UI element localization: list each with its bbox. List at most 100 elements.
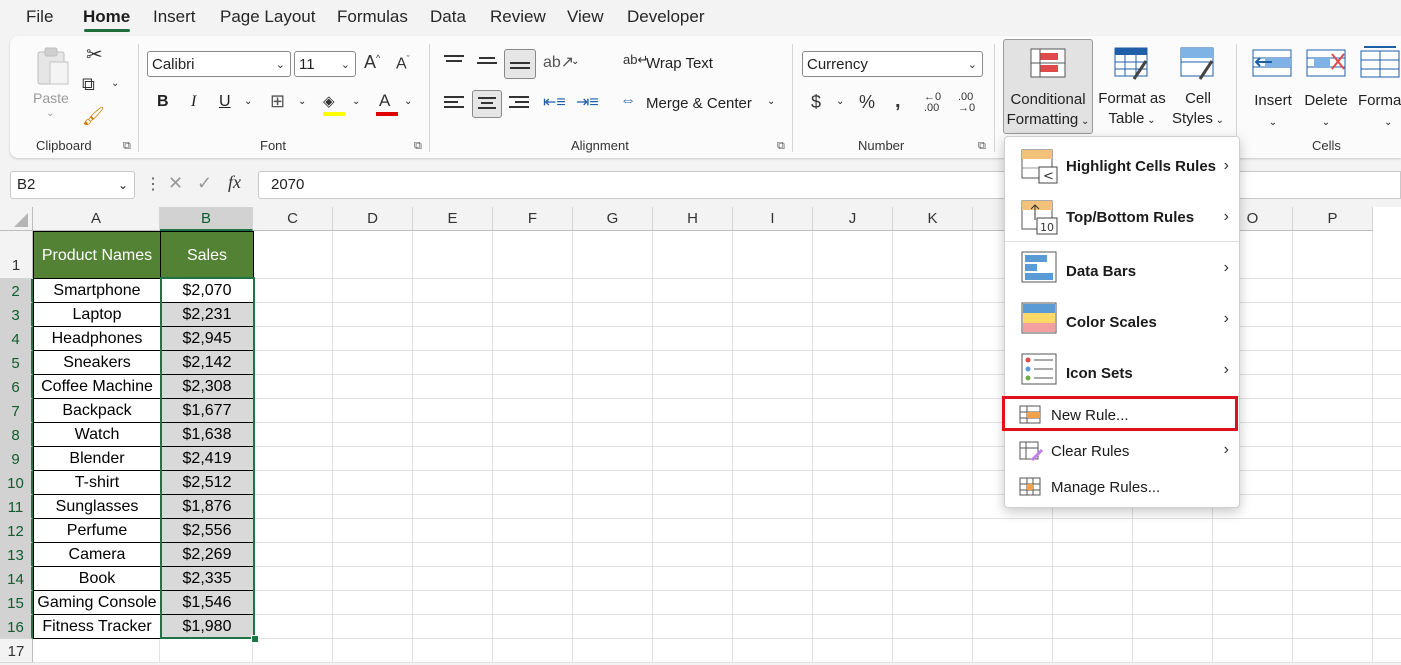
row-header-17[interactable]: 17 [0, 639, 33, 663]
cell-sales[interactable]: $2,512 [161, 471, 254, 495]
cell-styles-button[interactable]: Cell Styles ⌄ [1168, 39, 1228, 134]
cell-sales[interactable]: $2,070 [161, 279, 254, 303]
copy-chevron-icon[interactable]: ⌄ [111, 78, 119, 89]
cell-product-name[interactable]: Watch [33, 423, 161, 447]
cancel-icon[interactable]: ✕ [168, 173, 183, 194]
wrap-text-button[interactable]: Wrap Text [646, 55, 713, 72]
delete-cells-button[interactable]: Delete ⌄ [1300, 39, 1352, 134]
column-header-i[interactable]: I [733, 207, 813, 231]
orientation-chevron-icon[interactable]: ⌄ [571, 56, 579, 67]
cut-icon[interactable]: ✂ [86, 42, 103, 67]
tab-developer[interactable]: Developer [627, 7, 705, 27]
column-header-d[interactable]: D [333, 207, 413, 231]
column-header-p[interactable]: P [1293, 207, 1373, 231]
cell-sales[interactable]: $2,419 [161, 447, 254, 471]
paste-icon[interactable] [34, 46, 70, 91]
cell-product-name[interactable]: Camera [33, 543, 161, 567]
merge-center-icon[interactable]: ⇔ [620, 92, 636, 110]
align-left-icon[interactable] [444, 94, 464, 111]
borders-icon[interactable]: ⊞ [270, 91, 285, 112]
decrease-decimal-icon[interactable]: .00 →0 [958, 92, 975, 114]
font-color-chevron-icon[interactable]: ⌄ [404, 96, 412, 107]
format-cells-button[interactable]: Format ⌄ [1354, 39, 1401, 134]
tab-view[interactable]: View [567, 7, 604, 27]
row-header-9[interactable]: 9 [0, 447, 33, 471]
row-header-1[interactable]: 1 [0, 231, 33, 279]
underline-chevron-icon[interactable]: ⌄ [244, 96, 252, 107]
currency-icon[interactable]: $ [811, 92, 821, 113]
menu-item-color-scales[interactable]: Color Scales › [1005, 298, 1239, 344]
decrease-indent-icon[interactable]: ⇤≡ [543, 92, 566, 112]
column-header-a[interactable]: A [33, 207, 160, 231]
header-sales[interactable]: Sales [161, 231, 254, 279]
row-header-2[interactable]: 2 [0, 279, 33, 303]
merge-chevron-icon[interactable]: ⌄ [767, 96, 775, 107]
cell-product-name[interactable]: Headphones [33, 327, 161, 351]
row-header-15[interactable]: 15 [0, 591, 33, 615]
cell-sales[interactable]: $1,980 [161, 615, 254, 639]
clipboard-launcher-icon[interactable]: ⧉ [123, 140, 131, 153]
tab-formulas[interactable]: Formulas [337, 7, 408, 27]
cell-product-name[interactable]: Blender [33, 447, 161, 471]
underline-icon[interactable]: U [219, 93, 231, 111]
tab-page-layout[interactable]: Page Layout [220, 7, 315, 27]
increase-decimal-icon[interactable]: ←0.00 [924, 92, 941, 114]
row-header-7[interactable]: 7 [0, 399, 33, 423]
row-header-16[interactable]: 16 [0, 615, 33, 639]
cell-sales[interactable]: $1,677 [161, 399, 254, 423]
more-options-icon[interactable]: ⋮ [145, 174, 161, 194]
cell-product-name[interactable]: T-shirt [33, 471, 161, 495]
cell-product-name[interactable]: Smartphone [33, 279, 161, 303]
cell-product-name[interactable]: Laptop [33, 303, 161, 327]
cell-product-name[interactable]: Gaming Console [33, 591, 161, 615]
cell-sales[interactable]: $2,945 [161, 327, 254, 351]
format-as-table-button[interactable]: Format as Table ⌄ [1098, 39, 1166, 134]
row-header-10[interactable]: 10 [0, 471, 33, 495]
menu-item-manage-rules[interactable]: Manage Rules... [1005, 471, 1239, 505]
cell-product-name[interactable]: Fitness Tracker [33, 615, 161, 639]
increase-indent-icon[interactable]: ⇥≡ [576, 92, 599, 112]
currency-chevron-icon[interactable]: ⌄ [836, 96, 844, 107]
cell-sales[interactable]: $1,546 [161, 591, 254, 615]
column-header-e[interactable]: E [413, 207, 493, 231]
column-header-c[interactable]: C [253, 207, 333, 231]
insert-cells-button[interactable]: Insert ⌄ [1248, 39, 1298, 134]
font-size-select[interactable]: 11 ⌄ [294, 51, 356, 77]
row-header-14[interactable]: 14 [0, 567, 33, 591]
tab-file[interactable]: File [26, 7, 53, 27]
column-header-g[interactable]: G [573, 207, 653, 231]
select-all-corner[interactable] [0, 207, 33, 231]
cell-product-name[interactable]: Perfume [33, 519, 161, 543]
decrease-font-icon[interactable]: Aˇ [396, 54, 410, 73]
row-header-13[interactable]: 13 [0, 543, 33, 567]
format-painter-icon[interactable]: 🖌 [82, 106, 105, 127]
comma-style-icon[interactable]: , [895, 90, 901, 113]
align-bottom-icon[interactable] [504, 49, 536, 79]
column-header-k[interactable]: K [893, 207, 973, 231]
menu-item-highlight-cells-rules[interactable]: < Highlight Cells Rules › [1005, 145, 1239, 191]
menu-item-icon-sets[interactable]: Icon Sets › [1005, 349, 1239, 395]
fill-handle[interactable] [251, 635, 259, 643]
borders-chevron-icon[interactable]: ⌄ [298, 96, 306, 107]
row-header-5[interactable]: 5 [0, 351, 33, 375]
cell-product-name[interactable]: Sunglasses [33, 495, 161, 519]
row-header-12[interactable]: 12 [0, 519, 33, 543]
fill-chevron-icon[interactable]: ⌄ [352, 96, 360, 107]
tab-insert[interactable]: Insert [153, 7, 196, 27]
tab-data[interactable]: Data [430, 7, 466, 27]
merge-center-button[interactable]: Merge & Center [646, 95, 752, 112]
align-top-icon[interactable] [444, 52, 464, 65]
cell-sales[interactable]: $1,876 [161, 495, 254, 519]
row-header-3[interactable]: 3 [0, 303, 33, 327]
paste-chevron-icon[interactable]: ⌄ [46, 108, 54, 119]
align-right-icon[interactable] [509, 94, 529, 111]
cell-sales[interactable]: $2,308 [161, 375, 254, 399]
row-header-6[interactable]: 6 [0, 375, 33, 399]
name-box[interactable]: B2 ⌄ [10, 171, 135, 199]
bold-icon[interactable]: B [157, 93, 169, 111]
orientation-icon[interactable]: ab↗ [543, 52, 574, 72]
row-header-8[interactable]: 8 [0, 423, 33, 447]
row-header-4[interactable]: 4 [0, 327, 33, 351]
number-format-select[interactable]: Currency ⌄ [802, 51, 983, 77]
tab-review[interactable]: Review [490, 7, 546, 27]
